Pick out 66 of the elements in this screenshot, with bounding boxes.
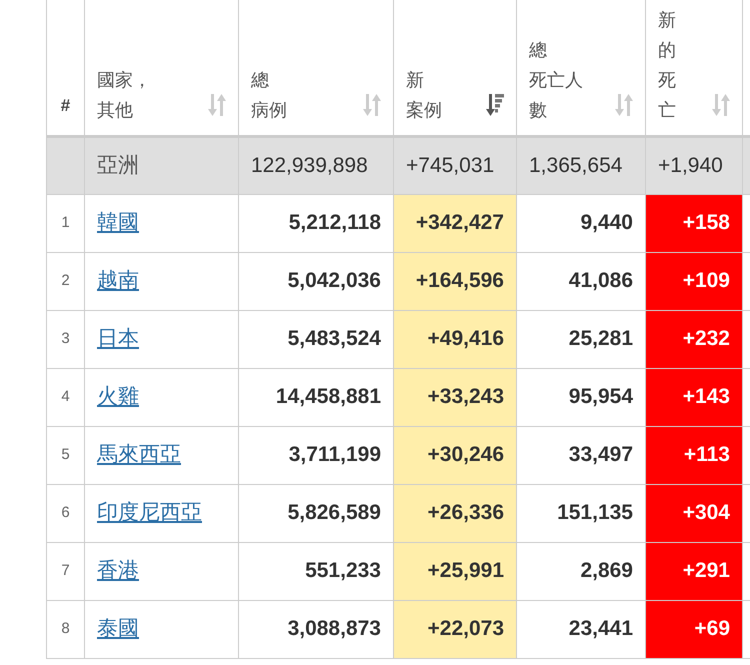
table-cell: +232 <box>682 327 730 350</box>
rank-number: 1 <box>61 214 70 231</box>
column-header[interactable]: 死亡人 <box>529 64 583 94</box>
table-cell: +143 <box>682 385 730 408</box>
table-cell: 23,441 <box>568 617 633 640</box>
table-cell: 3,711,199 <box>288 443 381 466</box>
table-cell: +342,427 <box>416 211 504 234</box>
region-name: 亞洲 <box>97 154 139 176</box>
table-cell: 25,281 <box>568 327 633 350</box>
table-cell: +745,031 <box>406 154 494 176</box>
table-cell: +49,416 <box>428 327 504 350</box>
table-cell: 5,042,036 <box>288 269 381 292</box>
table-cell: 122,939,898 <box>251 154 368 176</box>
column-header[interactable]: 其他 <box>97 94 133 124</box>
table-cell: +26,336 <box>428 501 504 524</box>
column-header[interactable]: 總 <box>251 64 269 94</box>
table-cell: 2,869 <box>580 559 633 582</box>
table-cell: +304 <box>682 501 730 524</box>
table-cell: 5,826,589 <box>288 501 381 524</box>
rank-number: 6 <box>61 504 70 521</box>
table-cell: +25,991 <box>428 559 504 582</box>
table-cell: 5,212,118 <box>288 211 381 234</box>
table-cell: 95,954 <box>568 385 633 408</box>
rank-number: 7 <box>61 562 70 579</box>
table-cell: 14,458,881 <box>276 385 381 408</box>
country-link[interactable]: 泰國 <box>97 617 139 640</box>
column-header[interactable]: 數 <box>529 94 547 124</box>
table-cell: 5,483,524 <box>288 327 381 350</box>
column-header[interactable]: 病例 <box>251 94 287 124</box>
column-header[interactable]: 總 <box>529 34 547 64</box>
column-header[interactable]: 死 <box>658 64 676 94</box>
table-cell: +22,073 <box>428 617 504 640</box>
rank-number: 2 <box>61 272 70 289</box>
table-cell: +113 <box>684 443 730 466</box>
rank-number: 8 <box>61 620 70 637</box>
table-cell: 9,440 <box>580 211 633 234</box>
country-link[interactable]: 韓國 <box>97 211 139 234</box>
country-link[interactable]: 香港 <box>97 559 139 582</box>
table-cell: 33,497 <box>568 443 633 466</box>
table-cell: 41,086 <box>568 269 633 292</box>
table-cell: +1,940 <box>658 154 723 176</box>
table-cell: 1,365,654 <box>529 154 622 176</box>
table-cell: +109 <box>682 269 730 292</box>
table-cell: +158 <box>682 211 730 234</box>
rank-number: 3 <box>61 330 70 347</box>
column-header[interactable]: 國家， <box>97 64 151 94</box>
rank-number: 4 <box>61 388 70 405</box>
column-header[interactable]: 案例 <box>406 94 442 124</box>
table-cell: 551,233 <box>305 559 381 582</box>
country-link[interactable]: 火雞 <box>97 385 139 408</box>
sort-icon[interactable] <box>486 94 504 116</box>
table-cell: 3,088,873 <box>288 617 381 640</box>
table-cell: +69 <box>694 617 730 640</box>
table-cell: +291 <box>682 559 730 582</box>
column-header[interactable]: 新 <box>658 4 676 34</box>
table-cell: +164,596 <box>416 269 504 292</box>
table-cell: +30,246 <box>428 443 504 466</box>
column-header[interactable]: 亡 <box>658 94 676 124</box>
table-cell: +33,243 <box>428 385 504 408</box>
country-link[interactable]: 日本 <box>97 327 139 350</box>
rank-number: 5 <box>61 446 70 463</box>
column-header[interactable]: # <box>60 90 70 120</box>
country-link[interactable]: 越南 <box>97 269 139 292</box>
table-cell: 151,135 <box>557 501 633 524</box>
column-header[interactable]: 的 <box>658 34 676 64</box>
column-header[interactable]: 新 <box>406 64 424 94</box>
